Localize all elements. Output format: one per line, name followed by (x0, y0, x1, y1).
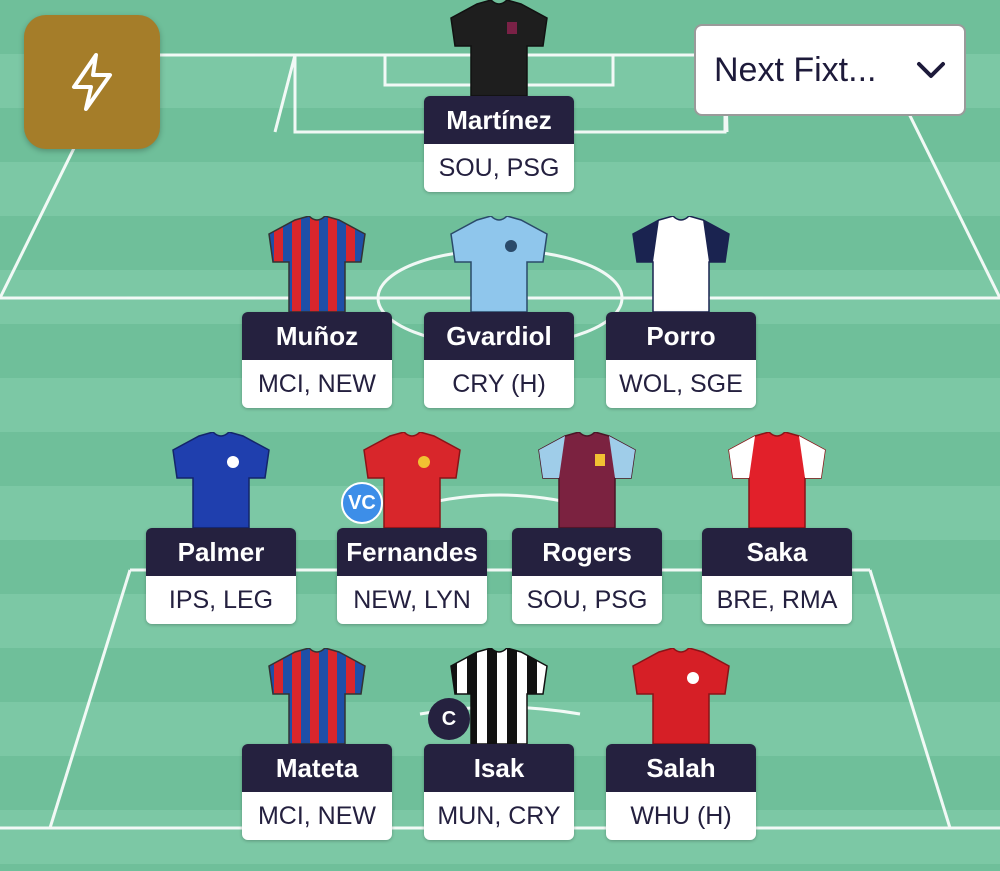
player-fixtures: WOL, SGE (606, 360, 756, 408)
arsenal-shirt-icon (728, 432, 826, 529)
player-card: Porro WOL, SGE (606, 312, 756, 408)
tottenham-shirt-icon (632, 216, 730, 313)
man-city-shirt-icon (450, 216, 548, 313)
aston-villa-shirt-icon (538, 432, 636, 529)
player-name: Salah (606, 744, 756, 792)
goalkeeper-shirt-icon (450, 0, 548, 97)
crystal-palace-shirt-icon (268, 216, 366, 313)
player-name: Martínez (424, 96, 574, 144)
player-name: Palmer (146, 528, 296, 576)
player-name: Gvardiol (424, 312, 574, 360)
player-name: Fernandes (337, 528, 487, 576)
player-name: Rogers (512, 528, 662, 576)
player-fixtures: NEW, LYN (337, 576, 487, 624)
player-fixtures: BRE, RMA (702, 576, 852, 624)
player-card: Salah WHU (H) (606, 744, 756, 840)
player-name: Mateta (242, 744, 392, 792)
player-card: Saka BRE, RMA (702, 528, 852, 624)
player-card: Mateta MCI, NEW (242, 744, 392, 840)
fixture-view-select-value: Next Fixt... (714, 50, 877, 89)
player-fixtures: IPS, LEG (146, 576, 296, 624)
player-card: Martínez SOU, PSG (424, 96, 574, 192)
liverpool-shirt-icon (632, 648, 730, 745)
player-card: Palmer IPS, LEG (146, 528, 296, 624)
player-fixtures: MUN, CRY (424, 792, 574, 840)
player-card: Isak MUN, CRY (424, 744, 574, 840)
player-fixtures: SOU, PSG (512, 576, 662, 624)
player-fixtures: CRY (H) (424, 360, 574, 408)
player-name: Isak (424, 744, 574, 792)
player-fixtures: MCI, NEW (242, 360, 392, 408)
chip-button[interactable] (24, 15, 160, 149)
chelsea-shirt-icon (172, 432, 270, 529)
player-fixtures: SOU, PSG (424, 144, 574, 192)
vice-captain-badge: VC (341, 482, 383, 524)
player-fixtures: MCI, NEW (242, 792, 392, 840)
captain-badge: C (428, 698, 470, 740)
player-card: Gvardiol CRY (H) (424, 312, 574, 408)
crystal-palace-shirt-icon (268, 648, 366, 745)
player-name: Muñoz (242, 312, 392, 360)
player-name: Porro (606, 312, 756, 360)
player-card: Rogers SOU, PSG (512, 528, 662, 624)
fixture-view-select[interactable]: Next Fixt... (694, 24, 966, 116)
pitch: Next Fixt... Martínez SOU, PSG Muñoz MCI… (0, 0, 1000, 871)
player-fixtures: WHU (H) (606, 792, 756, 840)
player-card: Muñoz MCI, NEW (242, 312, 392, 408)
lightning-bolt-icon (72, 53, 112, 111)
chevron-down-icon (917, 62, 945, 78)
player-name: Saka (702, 528, 852, 576)
player-card: Fernandes NEW, LYN (337, 528, 487, 624)
